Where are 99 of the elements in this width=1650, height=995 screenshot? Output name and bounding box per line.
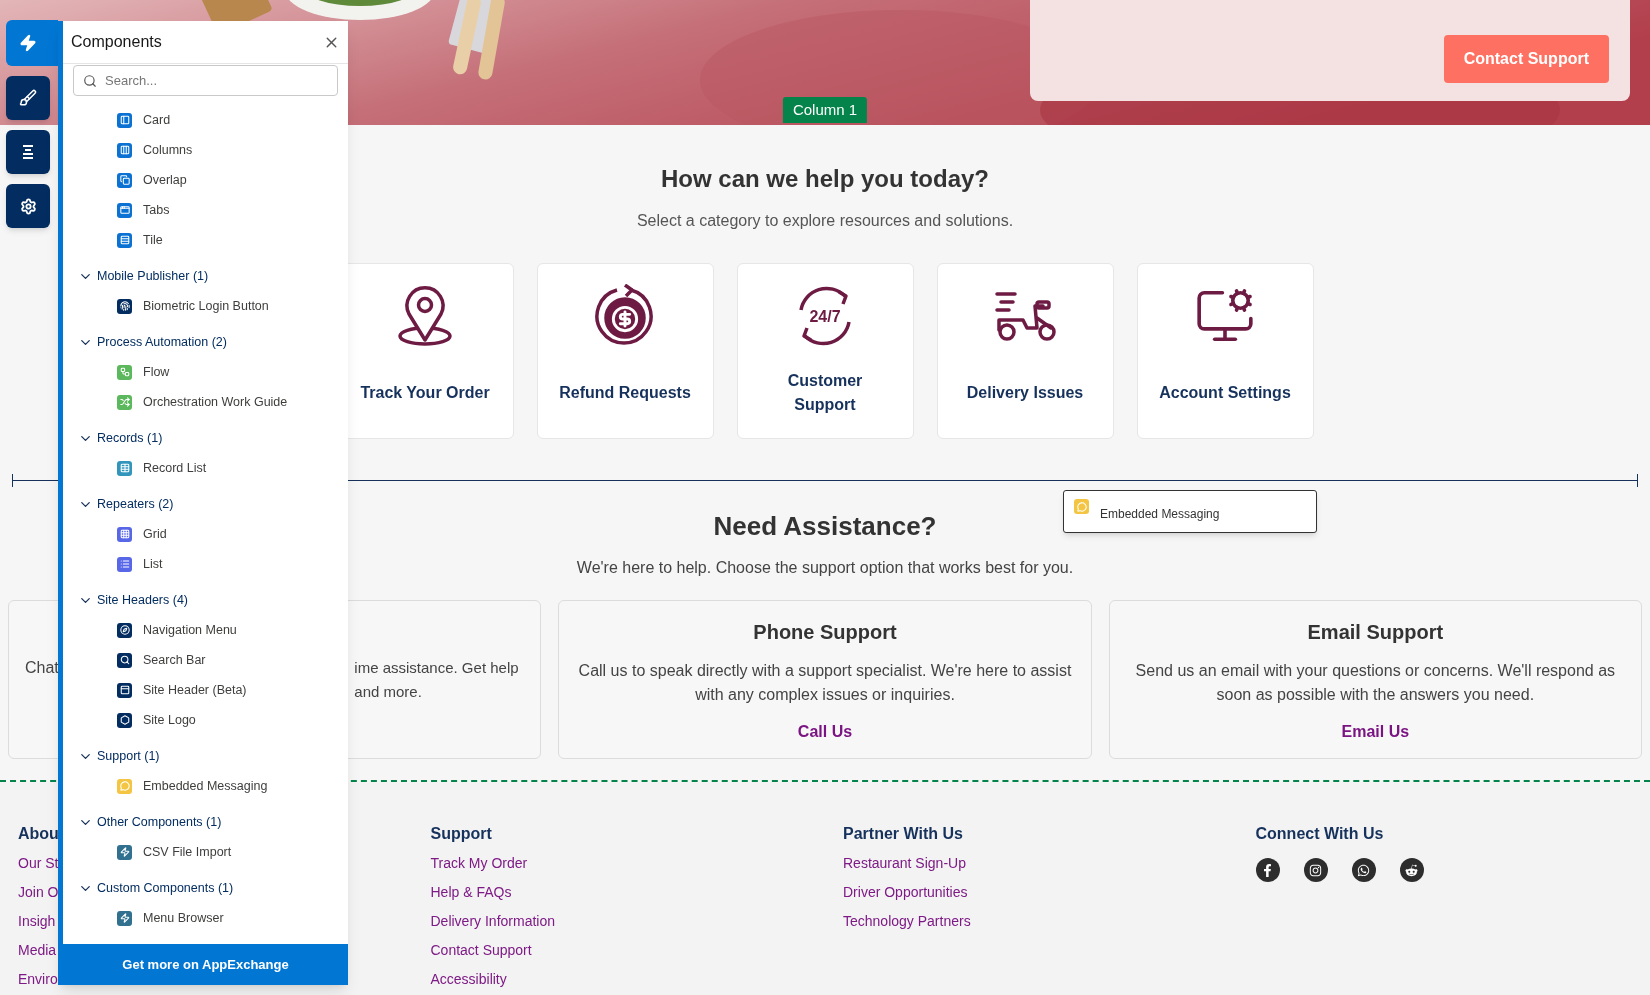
card-link[interactable]: Email Us — [1341, 720, 1410, 744]
lightning-icon — [117, 844, 132, 860]
section-subtitle: Select a category to explore resources and solutions. — [636, 211, 1014, 231]
card-title: Phone Support — [753, 620, 897, 645]
category-label: Delivery Issues — [965, 383, 1085, 403]
search-icon — [117, 652, 132, 668]
card-text: Call us to speak directly with a support specialist. We're here to assist with any complex issues or inquiries. — [577, 661, 1073, 705]
component-item[interactable]: Search Bar — [143, 650, 206, 670]
brush-icon — [19, 89, 37, 107]
chat-bubble-icon — [117, 778, 132, 794]
component-item[interactable]: Biometric Login Button — [143, 296, 269, 316]
reddit-icon[interactable] — [1399, 858, 1424, 882]
footer-heading: Connect With Us — [1255, 824, 1384, 844]
fingerprint-icon — [117, 298, 132, 314]
card-text: ime assistance. Get help and more. — [354, 658, 520, 702]
search-field[interactable]: Search... — [73, 65, 338, 96]
list-icon — [117, 556, 132, 572]
category-label: Track Your Order — [359, 383, 491, 403]
card-link[interactable]: Call Us — [797, 720, 853, 744]
component-item[interactable]: Tabs — [143, 200, 170, 220]
card-text: Send us an email with your questions or concerns. We'll respond as soon as possible with the answers you need. — [1134, 661, 1617, 705]
toolbar-button[interactable] — [6, 76, 50, 120]
component-item[interactable]: Site Header (Beta) — [143, 680, 247, 700]
footer-heading: Partner With Us — [843, 824, 963, 844]
table-icon — [117, 460, 132, 476]
category-header[interactable]: Support (1) — [63, 741, 348, 771]
footer-link[interactable]: Delivery Information — [430, 911, 555, 931]
toolbar-button[interactable] — [6, 184, 50, 228]
component-item[interactable]: CSV File Import — [143, 842, 232, 862]
footer-link[interactable]: Insigh — [18, 911, 56, 931]
workflow-icon — [117, 364, 132, 380]
appexchange-button[interactable]: Get more on AppExchange — [63, 944, 348, 985]
rows-icon — [117, 232, 132, 248]
card-text: Chat — [25, 658, 59, 678]
category-card[interactable]: Refund Requests — [536, 263, 714, 439]
settings-icon — [19, 197, 37, 215]
header-icon — [117, 682, 132, 698]
component-item[interactable]: Menu Browser — [143, 908, 224, 928]
footer-link[interactable]: Media — [18, 940, 57, 960]
footer-heading: Abou — [18, 824, 59, 844]
component-item[interactable]: Navigation Menu — [143, 620, 237, 640]
toolbar-button[interactable] — [6, 130, 50, 174]
whatsapp-icon[interactable] — [1351, 858, 1376, 882]
category-label: Account Settings — [1158, 383, 1292, 403]
category-card[interactable]: Delivery Issues — [936, 263, 1114, 439]
lightning-icon — [117, 910, 132, 926]
component-item[interactable]: Orchestration Work Guide — [143, 392, 288, 412]
component-item[interactable]: Embedded Messaging — [143, 776, 268, 796]
chat-bubble-icon — [1074, 499, 1089, 514]
instagram-icon[interactable] — [1303, 858, 1328, 882]
component-item[interactable]: Tile — [143, 230, 163, 250]
section-subtitle: We're here to help. Choose the support option that works best for you. — [576, 558, 1074, 578]
footer-heading: Support — [430, 824, 492, 844]
component-item[interactable]: Flow — [143, 362, 170, 382]
columns-icon — [117, 142, 132, 158]
panel-icon — [117, 112, 132, 128]
footer-link[interactable]: Restaurant Sign-Up — [843, 853, 966, 873]
copy-icon — [117, 172, 132, 188]
category-card[interactable]: Account Settings — [1136, 263, 1314, 439]
component-item[interactable]: Card — [143, 110, 171, 130]
footer-link[interactable]: Join O — [18, 882, 59, 902]
section-title: How can we help you today? — [660, 164, 989, 194]
category-header[interactable]: Site Headers (4) — [63, 585, 348, 615]
footer-link[interactable]: Help & FAQs — [430, 882, 512, 902]
grid-icon — [117, 526, 132, 542]
column-label: Column 1 — [782, 97, 868, 123]
map-pin-icon — [395, 284, 455, 348]
drag-preview[interactable]: Embedded Messaging — [1063, 490, 1317, 533]
lightning-icon — [19, 34, 37, 52]
footer-link[interactable]: Our St — [18, 853, 59, 873]
category-label: Customer Support — [786, 371, 864, 415]
category-card[interactable]: 24/7 Customer Support — [736, 263, 914, 439]
component-item[interactable]: Overlap — [143, 170, 187, 190]
facebook-icon[interactable] — [1255, 858, 1280, 882]
footer-link[interactable]: Technology Partners — [843, 911, 971, 931]
section-title: Need Assistance? — [713, 510, 937, 543]
lines-icon — [20, 144, 36, 160]
component-item[interactable]: Record List — [143, 458, 207, 478]
component-item[interactable]: Grid — [143, 524, 167, 544]
panel-title: Components — [71, 32, 162, 52]
component-item[interactable]: Columns — [143, 140, 193, 160]
search-icon — [83, 74, 97, 88]
category-header[interactable]: Other Components (1) — [63, 807, 348, 837]
dollar-refund-icon — [595, 284, 655, 348]
category-header[interactable]: Repeaters (2) — [63, 489, 348, 519]
footer-link[interactable]: Enviro — [18, 969, 58, 989]
category-header[interactable]: Custom Components (1) — [63, 873, 348, 903]
hexagon-icon — [117, 712, 132, 728]
footer-link[interactable]: Driver Opportunities — [843, 882, 968, 902]
footer-link[interactable]: Accessibility — [430, 969, 507, 989]
component-item[interactable]: List — [143, 554, 163, 574]
component-item[interactable]: Site Logo — [143, 710, 196, 730]
card-title: Email Support — [1307, 620, 1444, 645]
category-label: Refund Requests — [558, 383, 692, 403]
compass-icon — [117, 622, 132, 638]
footer-link[interactable]: Contact Support — [430, 940, 532, 960]
window-icon — [117, 202, 132, 218]
shuffle-icon — [117, 394, 132, 410]
footer-link[interactable]: Track My Order — [430, 853, 528, 873]
